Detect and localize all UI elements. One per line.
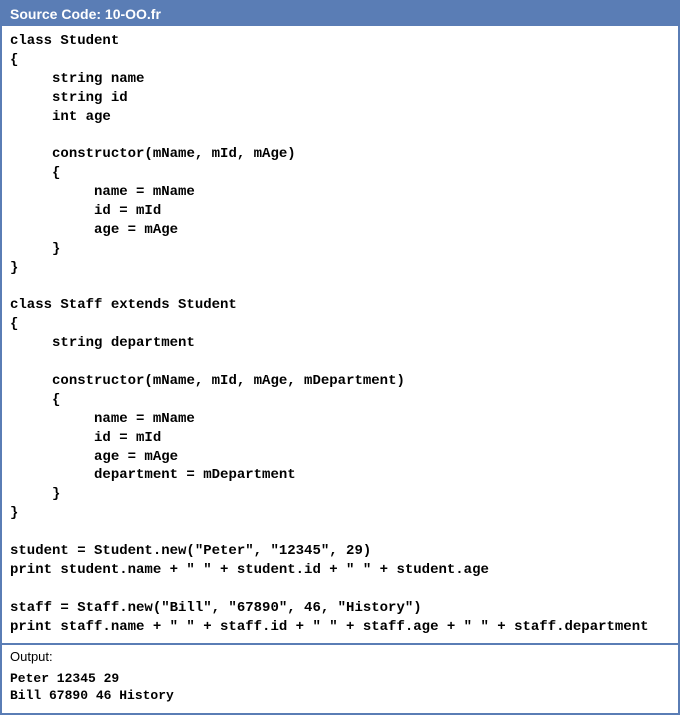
- source-title: Source Code: 10-OO.fr: [10, 6, 161, 22]
- source-header: Source Code: 10-OO.fr: [2, 2, 678, 26]
- source-code: class Student { string name string id in…: [10, 32, 670, 637]
- output-label: Output:: [10, 649, 670, 664]
- code-listing-container: Source Code: 10-OO.fr class Student { st…: [0, 0, 680, 715]
- output-text: Peter 12345 29 Bill 67890 46 History: [10, 670, 670, 705]
- output-panel: Output: Peter 12345 29 Bill 67890 46 His…: [2, 645, 678, 713]
- source-panel: class Student { string name string id in…: [2, 26, 678, 645]
